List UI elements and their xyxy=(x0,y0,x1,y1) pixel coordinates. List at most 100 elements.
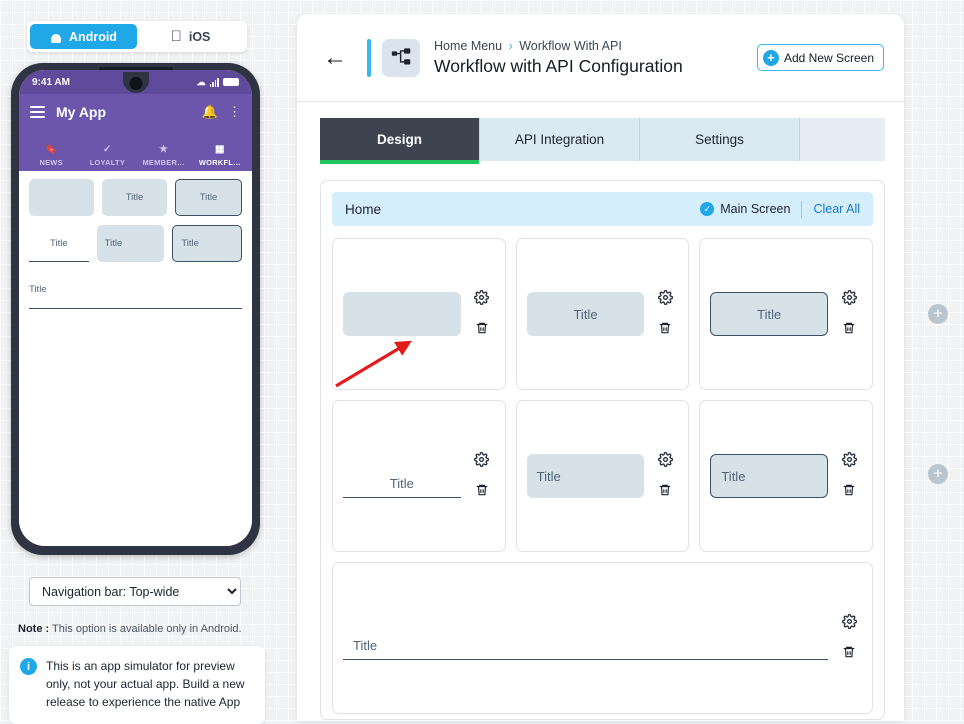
phone-tab-membership[interactable]: ★ MEMBER… xyxy=(136,145,192,167)
widget-field-5[interactable]: Title xyxy=(526,454,645,498)
widget-actions-5 xyxy=(650,451,680,501)
widget-card-5[interactable]: Title xyxy=(515,400,690,552)
widget-field-3[interactable]: Title xyxy=(710,292,829,336)
screen-name: Home xyxy=(345,201,382,217)
widget-field-6[interactable]: Title xyxy=(710,454,829,498)
widget-actions-3 xyxy=(834,289,864,339)
phone-tab-news-label: NEWS xyxy=(39,158,63,167)
widget-field-2[interactable]: Title xyxy=(526,292,645,336)
gear-icon[interactable] xyxy=(841,289,857,309)
phone-app-bar: My App 🔔 ⋮ xyxy=(19,94,252,130)
trash-icon[interactable] xyxy=(475,483,489,501)
phone-status-bar: 9:41 AM ☁ xyxy=(19,70,252,94)
navigation-note: Note : This option is available only in … xyxy=(18,623,242,635)
phone-field-1[interactable] xyxy=(29,179,94,216)
platform-ios-label: iOS xyxy=(183,29,211,44)
tab-api-integration-label: API Integration xyxy=(514,132,605,147)
simulator-disclaimer: i This is an app simulator for preview o… xyxy=(9,646,265,724)
trash-icon[interactable] xyxy=(658,321,672,339)
phone-field-5[interactable]: Title xyxy=(96,225,165,262)
star-icon: ★ xyxy=(158,145,169,155)
widget-field-1[interactable] xyxy=(343,292,461,336)
widget-row-1: Title Title xyxy=(332,238,874,390)
phone-tab-workflow-label: WORKFL… xyxy=(198,158,241,167)
main-screen-label: Main Screen xyxy=(720,202,791,216)
phone-field-wide[interactable]: Title xyxy=(29,271,242,309)
platform-ios-button[interactable]:  iOS xyxy=(137,24,244,49)
trash-icon[interactable] xyxy=(842,321,856,339)
trash-icon[interactable] xyxy=(842,645,856,663)
android-icon xyxy=(50,31,62,43)
phone-field-2[interactable]: Title xyxy=(102,179,167,216)
phone-field-4[interactable]: Title xyxy=(29,225,89,262)
gear-icon[interactable] xyxy=(657,289,673,309)
widget-card-4[interactable]: Title xyxy=(332,400,506,552)
gear-icon[interactable] xyxy=(841,451,857,471)
main-screen-badge[interactable]: ✓ Main Screen xyxy=(700,202,790,216)
phone-screen: 9:41 AM ☁ My App 🔔 ⋮ 🔖 NEWS ✓ LOYALTY ★ … xyxy=(19,70,252,546)
add-section-button-2[interactable]: + xyxy=(928,464,948,484)
workflow-config-panel: ← Home Menu › Workflow With API Workflow… xyxy=(297,14,904,721)
widget-actions-4 xyxy=(467,451,497,501)
tab-design[interactable]: Design xyxy=(320,118,480,164)
widget-actions-1 xyxy=(467,289,497,339)
widget-field-4[interactable]: Title xyxy=(343,454,461,498)
design-canvas: Home ✓ Main Screen Clear All Title Title… xyxy=(320,180,885,720)
widget-card-3[interactable]: Title xyxy=(699,238,874,390)
hamburger-icon[interactable] xyxy=(30,106,45,118)
trash-icon[interactable] xyxy=(475,321,489,339)
phone-content-area: Title Title Title Title Title Title xyxy=(19,171,252,546)
trash-icon[interactable] xyxy=(842,483,856,501)
header-accent-bar xyxy=(367,38,371,77)
arrow-left-icon[interactable]: ← xyxy=(323,45,347,70)
tab-settings-label: Settings xyxy=(695,132,744,147)
widget-card-6[interactable]: Title xyxy=(699,400,874,552)
add-section-button-1[interactable]: + xyxy=(928,304,948,324)
tab-settings[interactable]: Settings xyxy=(640,118,800,161)
gear-icon[interactable] xyxy=(474,451,490,471)
trash-icon[interactable] xyxy=(658,483,672,501)
screen-header-bar: Home ✓ Main Screen Clear All xyxy=(332,192,873,226)
phone-tab-membership-label: MEMBER… xyxy=(142,158,185,167)
header-text-block: Home Menu › Workflow With API Workflow w… xyxy=(434,39,757,77)
more-vertical-icon[interactable]: ⋮ xyxy=(228,104,241,120)
phone-field-3[interactable]: Title xyxy=(175,179,242,216)
widget-row-2: Title Title Title xyxy=(332,400,874,552)
phone-app-title: My App xyxy=(56,104,107,120)
phone-tab-loyalty[interactable]: ✓ LOYALTY xyxy=(79,145,135,167)
clear-all-button[interactable]: Clear All xyxy=(813,202,860,216)
phone-frame: 9:41 AM ☁ My App 🔔 ⋮ 🔖 NEWS ✓ LOYALTY ★ … xyxy=(11,63,260,555)
widget-row-3: Title xyxy=(332,562,873,714)
bar-divider xyxy=(801,200,803,218)
breadcrumb-root[interactable]: Home Menu xyxy=(434,39,502,53)
gear-icon[interactable] xyxy=(474,289,490,309)
gear-icon[interactable] xyxy=(841,613,857,633)
widget-card-2[interactable]: Title xyxy=(515,238,690,390)
status-indicators: ☁ xyxy=(197,77,239,88)
tab-api-integration[interactable]: API Integration xyxy=(480,118,640,161)
phone-field-6[interactable]: Title xyxy=(172,225,243,262)
bookmark-icon: 🔖 xyxy=(44,145,58,155)
battery-icon xyxy=(223,78,239,86)
widget-card-1[interactable] xyxy=(332,238,506,390)
navigation-note-text: This option is available only in Android… xyxy=(52,623,242,635)
wifi-icon: ☁ xyxy=(196,76,206,87)
add-new-screen-button[interactable]: + Add New Screen xyxy=(756,44,884,71)
check-icon: ✓ xyxy=(103,145,112,155)
navigation-bar-select[interactable]: Navigation bar: Top-wide Navigation bar:… xyxy=(29,577,241,606)
phone-tab-news[interactable]: 🔖 NEWS xyxy=(23,145,79,167)
status-time: 9:41 AM xyxy=(32,76,70,88)
phone-field-row-1: Title Title xyxy=(29,179,242,216)
breadcrumb-separator: › xyxy=(508,38,513,53)
platform-toggle[interactable]: Android  iOS xyxy=(27,21,247,52)
bell-icon[interactable]: 🔔 xyxy=(202,104,218,120)
panel-header: ← Home Menu › Workflow With API Workflow… xyxy=(297,14,904,102)
breadcrumb-current: Workflow With API xyxy=(519,38,622,53)
widget-field-7[interactable]: Title xyxy=(343,616,828,660)
phone-tab-workflow[interactable]: ▦ WORKFL… xyxy=(192,145,248,167)
widget-card-7[interactable]: Title xyxy=(332,562,873,714)
gear-icon[interactable] xyxy=(657,451,673,471)
platform-android-label: Android xyxy=(69,29,117,44)
apple-icon:  xyxy=(171,29,182,44)
platform-android-button[interactable]: Android xyxy=(30,24,137,49)
